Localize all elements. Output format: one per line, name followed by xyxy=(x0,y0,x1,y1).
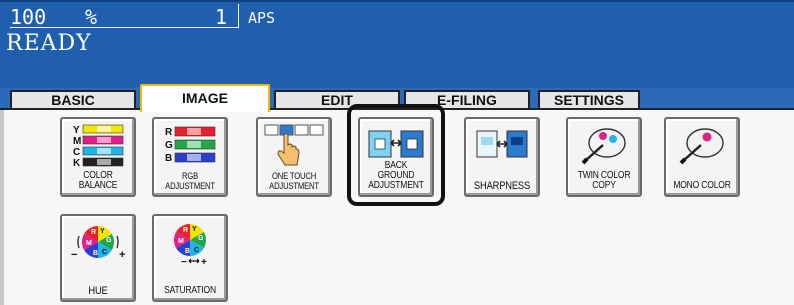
status-divider-vertical xyxy=(238,4,239,28)
svg-text:−: − xyxy=(71,249,77,261)
hue-wheel-icon: R Y G C B M − + xyxy=(71,225,125,261)
color-letter-m: M xyxy=(73,136,81,147)
palette-brush-icon xyxy=(679,128,724,165)
hue-button[interactable]: R Y G C B M − + HUE xyxy=(60,214,136,302)
svg-text:B: B xyxy=(93,250,98,257)
svg-text:+: + xyxy=(201,257,207,266)
twin-color-copy-button[interactable]: TWIN COLOR COPY xyxy=(566,117,642,197)
svg-text:Y: Y xyxy=(192,226,197,233)
svg-text:R: R xyxy=(183,227,188,234)
mono-color-button[interactable]: MONO COLOR xyxy=(664,117,740,197)
rgb-adjustment-button[interactable]: R G B RGB ADJUSTMENT xyxy=(152,117,228,197)
rgb-letter-r: R xyxy=(165,127,173,138)
status-message: READY xyxy=(6,31,92,56)
tab-image[interactable]: IMAGE xyxy=(140,84,270,112)
one-touch-label-line2: ADJUSTMENT xyxy=(269,181,319,191)
svg-text:R: R xyxy=(91,229,96,236)
one-touch-label-line1: ONE TOUCH xyxy=(271,171,317,181)
color-letter-k: K xyxy=(73,158,81,169)
rgb-letter-g: G xyxy=(165,140,173,151)
status-divider xyxy=(10,27,238,28)
zoom-unit: % xyxy=(85,5,98,29)
svg-text:M: M xyxy=(178,238,184,245)
svg-text:+: + xyxy=(119,249,125,261)
svg-text:G: G xyxy=(106,237,112,244)
sharpness-icon xyxy=(476,130,528,158)
zoom-value: 100 xyxy=(10,5,47,29)
selection-highlight xyxy=(347,104,445,206)
color-letter-c: C xyxy=(73,147,80,158)
color-balance-label: COLOR BALANCE xyxy=(78,170,118,191)
palette-brush-icon xyxy=(581,128,626,165)
color-letter-y: Y xyxy=(73,125,80,136)
svg-text:B: B xyxy=(185,248,190,255)
rgb-adjustment-label-line1: RGB xyxy=(181,171,199,181)
tab-settings[interactable]: SETTINGS xyxy=(538,90,640,110)
panel-edge xyxy=(0,110,4,305)
color-balance-button[interactable]: Y M C K COLOR BALANCE xyxy=(60,117,136,197)
svg-text:G: G xyxy=(198,235,204,242)
svg-text:C: C xyxy=(194,247,199,254)
one-touch-adjustment-button[interactable]: ONE TOUCH ADJUSTMENT xyxy=(256,117,332,197)
mono-color-label: MONO COLOR xyxy=(673,180,731,191)
svg-text:C: C xyxy=(102,249,107,256)
status-header: 100 % 1 APS READY xyxy=(0,0,794,88)
tab-basic[interactable]: BASIC xyxy=(10,90,136,110)
color-balance-icon: Y M C K xyxy=(73,124,124,169)
rgb-adjustment-label-line2: ADJUSTMENT xyxy=(165,181,215,191)
rgb-letter-b: B xyxy=(165,153,172,164)
one-touch-hand-icon xyxy=(264,124,324,166)
sharpness-button[interactable]: SHARPNESS xyxy=(464,117,540,197)
copy-count: 1 xyxy=(215,5,228,29)
svg-text:Y: Y xyxy=(100,228,105,235)
twin-color-label-line2: COPY xyxy=(592,180,616,191)
hue-label: HUE xyxy=(88,285,108,297)
svg-text:M: M xyxy=(86,240,92,247)
saturation-button[interactable]: R Y G C B M − + SATURATION xyxy=(152,214,228,302)
svg-text:−: − xyxy=(181,257,187,266)
saturation-label: SATURATION xyxy=(164,285,216,296)
paper-mode: APS xyxy=(248,9,276,27)
rgb-bars-icon: R G B xyxy=(165,126,216,164)
saturation-wheel-icon: R Y G C B M − + xyxy=(173,223,207,266)
sharpness-label: SHARPNESS xyxy=(473,180,531,192)
